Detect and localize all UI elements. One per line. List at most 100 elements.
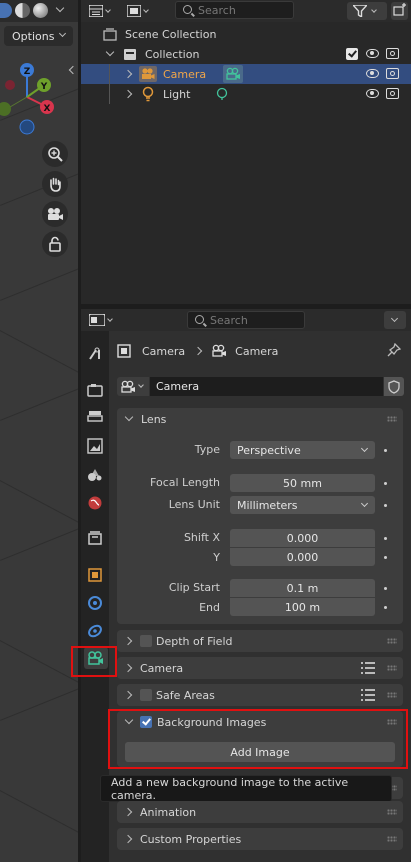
expand-chevron-icon — [123, 663, 133, 673]
light-object-icon — [142, 86, 154, 102]
camera-data-icon[interactable] — [223, 65, 243, 83]
datablock-name-field[interactable]: Camera — [150, 377, 383, 396]
tab-render[interactable] — [84, 379, 106, 401]
safe-areas-panel[interactable]: Safe Areas — [117, 684, 403, 706]
animate-property-dot[interactable] — [384, 587, 387, 590]
drag-handle-icon[interactable] — [387, 809, 397, 815]
animation-panel[interactable]: Animation — [117, 801, 403, 823]
light-data-icon[interactable] — [215, 87, 229, 101]
tab-output[interactable] — [84, 406, 106, 428]
outliner-search-input[interactable]: Search — [175, 1, 294, 19]
gizmo-neg-x[interactable] — [5, 80, 15, 90]
presets-list-icon[interactable] — [361, 662, 375, 674]
depth-of-field-panel[interactable]: Depth of Field — [117, 630, 403, 652]
grid-line — [0, 515, 78, 561]
animate-property-dot[interactable] — [384, 556, 387, 559]
fake-user-button[interactable] — [384, 377, 404, 396]
shading-rendered-icon[interactable] — [33, 3, 48, 18]
zoom-in-icon — [48, 147, 63, 162]
drag-handle-icon[interactable] — [387, 692, 397, 698]
filter-button[interactable] — [347, 2, 387, 20]
drag-handle-icon[interactable] — [387, 836, 397, 842]
tab-object[interactable] — [84, 564, 106, 586]
focal-length-label: Focal Length — [150, 476, 220, 489]
grid-line — [0, 790, 78, 857]
expand-chevron-icon[interactable] — [123, 69, 133, 79]
tab-tool[interactable] — [84, 343, 106, 365]
search-placeholder: Search — [198, 3, 236, 17]
lens-panel-header[interactable]: Lens — [117, 408, 403, 430]
tab-view-layer[interactable] — [84, 435, 106, 457]
animate-property-dot[interactable] — [384, 482, 387, 485]
clip-end-label: End — [199, 601, 220, 614]
camera-view-button[interactable] — [42, 201, 68, 227]
outliner-item-camera[interactable]: Camera — [81, 64, 411, 104]
visibility-eye-icon[interactable] — [366, 89, 379, 98]
visibility-eye-icon[interactable] — [366, 49, 379, 58]
datablock-browse-button[interactable] — [117, 377, 149, 396]
camera-item-label: Camera — [163, 67, 207, 81]
gizmo-neg-z[interactable] — [19, 119, 35, 135]
shading-material-icon[interactable] — [15, 3, 30, 18]
presets-list-icon[interactable] — [361, 689, 375, 701]
drag-handle-icon[interactable] — [387, 638, 397, 644]
drag-handle-icon[interactable] — [387, 416, 397, 422]
clip-end-field[interactable]: 100 m — [230, 598, 375, 616]
options-menu-button[interactable] — [384, 311, 406, 329]
tooltip: Add a new background image to the active… — [100, 775, 392, 802]
shift-x-field[interactable]: 0.000 — [230, 529, 375, 547]
shading-dropdown-icon[interactable] — [55, 3, 65, 13]
pan-button[interactable] — [42, 171, 68, 197]
gizmo-neg-y[interactable] — [0, 102, 11, 116]
depth-of-field-checkbox[interactable] — [140, 635, 152, 647]
shading-solid-icon[interactable] — [0, 3, 12, 18]
drag-handle-icon[interactable] — [387, 665, 397, 671]
type-dropdown[interactable]: Perspective — [230, 441, 375, 459]
tab-collection[interactable] — [84, 527, 106, 549]
editor-type-button[interactable] — [89, 2, 115, 20]
lens-unit-dropdown[interactable]: Millimeters — [230, 496, 375, 514]
tab-world[interactable] — [84, 492, 106, 514]
visibility-eye-icon[interactable] — [366, 69, 379, 78]
new-collection-button[interactable] — [391, 2, 408, 20]
editor-type-button[interactable] — [89, 311, 119, 329]
expand-chevron-icon[interactable] — [123, 89, 133, 99]
expand-chevron-icon — [123, 636, 133, 646]
custom-properties-panel[interactable]: Custom Properties — [117, 828, 403, 850]
render-camera-icon[interactable] — [386, 88, 399, 99]
camera-panel[interactable]: Camera — [117, 657, 403, 679]
breadcrumb: Camera Camera — [117, 340, 407, 362]
animate-property-dot[interactable] — [384, 504, 387, 507]
outliner-item-light[interactable]: Light — [81, 84, 411, 104]
tab-scene[interactable] — [84, 463, 106, 485]
lock-camera-button[interactable] — [42, 231, 68, 257]
pin-icon[interactable] — [387, 343, 401, 359]
properties-search-input[interactable]: Search — [187, 311, 305, 329]
focal-length-field[interactable]: 50 mm — [230, 474, 375, 492]
exclude-checkbox[interactable] — [346, 48, 358, 60]
camera-data-icon — [121, 380, 135, 393]
clip-start-field[interactable]: 0.1 m — [230, 579, 375, 597]
render-camera-icon[interactable] — [386, 48, 399, 59]
clip-start-label: Clip Start — [168, 581, 220, 594]
display-mode-button[interactable] — [127, 2, 155, 20]
render-camera-icon[interactable] — [386, 68, 399, 79]
collection-icon — [124, 48, 136, 60]
zoom-button[interactable] — [42, 141, 68, 167]
tab-physics[interactable] — [84, 592, 106, 614]
filter-icon — [353, 5, 367, 17]
animate-property-dot[interactable] — [384, 537, 387, 540]
animate-property-dot[interactable] — [384, 606, 387, 609]
navigation-gizmo[interactable]: Z Y X — [0, 55, 70, 140]
breadcrumb-data: Camera — [235, 344, 279, 358]
scene-collection-row[interactable]: Scene Collection — [81, 24, 411, 44]
options-dropdown[interactable]: Options — [4, 26, 73, 46]
safe-areas-checkbox[interactable] — [140, 689, 152, 701]
shift-y-field[interactable]: 0.000 — [230, 548, 375, 566]
collection-row[interactable]: Collection — [81, 44, 411, 64]
animate-property-dot[interactable] — [384, 449, 387, 452]
light-item-label: Light — [163, 87, 191, 101]
expand-chevron-icon[interactable] — [105, 47, 115, 57]
tooltip-text: Add a new background image to the active… — [111, 775, 349, 802]
tab-constraints[interactable] — [84, 620, 106, 642]
